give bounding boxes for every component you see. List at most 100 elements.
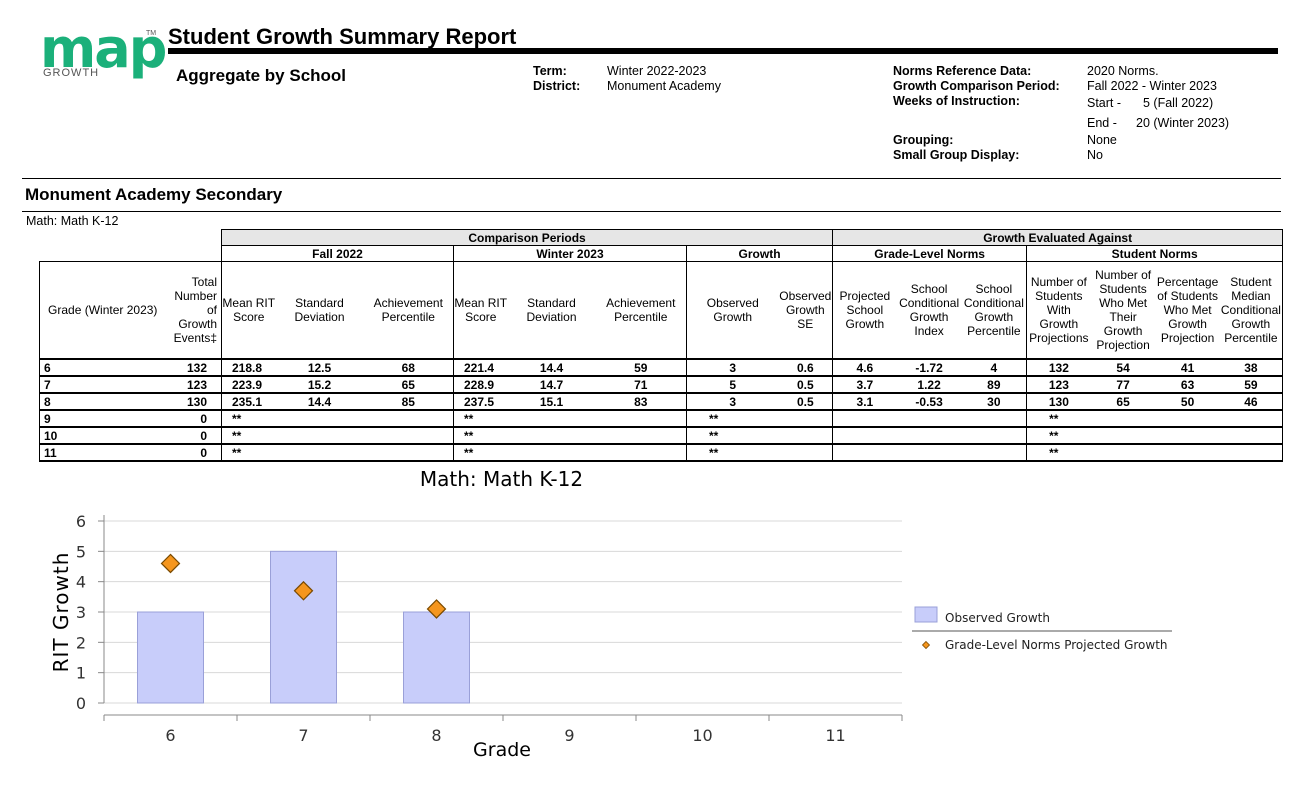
table-cell: 132 xyxy=(165,358,222,377)
table-cell: ** xyxy=(1026,410,1091,428)
table-row: 7 123 223.9 15.2 65 228.9 14.7 71 5 0.5 3.7 1.22 89 1… xyxy=(39,376,1284,394)
header-student-norms: Student Norms xyxy=(1026,245,1284,262)
table-row: 11 0 ** ** ** ** xyxy=(39,444,1284,462)
table-cell: 59 xyxy=(1219,376,1284,394)
table-cell xyxy=(1219,427,1284,445)
table-cell: 235.1 xyxy=(221,393,276,411)
observed-growth-bar xyxy=(270,550,337,704)
header-growth: Growth xyxy=(685,245,834,262)
legend-label-projected: Grade-Level Norms Projected Growth xyxy=(945,638,1168,652)
table-cell xyxy=(832,427,897,445)
table-cell xyxy=(507,410,596,428)
table-cell: 9 xyxy=(39,410,166,428)
table-cell xyxy=(275,427,364,445)
table-cell: 83 xyxy=(595,393,687,411)
table-cell: 77 xyxy=(1090,376,1156,394)
table-cell: 0 xyxy=(165,444,222,462)
end-label: End - xyxy=(1087,116,1117,130)
report-subtitle: Aggregate by School xyxy=(176,66,347,85)
district-label: District: xyxy=(533,79,581,93)
title-rule xyxy=(168,48,1278,54)
table-cell: 46 xyxy=(1219,393,1284,411)
table-cell xyxy=(832,444,897,462)
legend-swatch-observed xyxy=(914,606,938,623)
col-grade: Grade (Winter 2023) xyxy=(39,261,166,359)
table-cell xyxy=(1155,410,1220,428)
section-bottom-rule xyxy=(22,211,1281,212)
table-cell: 14.7 xyxy=(507,376,596,394)
table-cell: 15.1 xyxy=(507,393,596,411)
table-cell: 1.22 xyxy=(896,376,962,394)
band-growth-evaluated: Growth Evaluated Against xyxy=(832,229,1284,246)
growth-summary-table: Comparison Periods Growth Evaluated Agai… xyxy=(39,229,1284,462)
table-cell xyxy=(778,410,834,428)
table-cell xyxy=(778,427,834,445)
table-cell: ** xyxy=(453,444,508,462)
x-tick-label: 11 xyxy=(825,726,845,745)
table-cell: 130 xyxy=(165,393,222,411)
x-tick-label: 9 xyxy=(564,726,574,745)
term-value: Winter 2022-2023 xyxy=(607,64,707,78)
growth-period-value: Fall 2022 - Winter 2023 xyxy=(1087,79,1217,93)
table-cell: ** xyxy=(1026,427,1091,445)
chart-title: Math: Math K-12 xyxy=(419,467,584,491)
table-cell: ** xyxy=(686,427,779,445)
growth-chart: 0 1 2 3 4 5 6 6 7 8 9 10 11 Observed Growth Grade-Lev… xyxy=(49,512,1172,761)
table-cell: 63 xyxy=(1155,376,1220,394)
section-top-rule xyxy=(22,178,1281,179)
col-winter-achievement-pct: Achievement Percentile xyxy=(595,261,687,359)
table-cell xyxy=(1155,427,1220,445)
table-cell xyxy=(778,444,834,462)
header-grade-level-norms: Grade-Level Norms xyxy=(832,245,1028,262)
col-fall-std-dev: Standard Deviation xyxy=(294,296,345,324)
norms-value: 2020 Norms. xyxy=(1087,64,1159,78)
col-fall-achievement-pct: Achievement Percentile xyxy=(363,261,454,359)
growth-period-label: Growth Comparison Period: xyxy=(893,79,1060,93)
norms-label: Norms Reference Data: xyxy=(893,64,1032,78)
grouping-value: None xyxy=(1087,133,1117,147)
table-cell: 221.4 xyxy=(453,358,508,377)
col-winter-mean-rit: Mean RIT Score xyxy=(454,296,508,324)
table-cell: 123 xyxy=(165,376,222,394)
table-cell: ** xyxy=(1026,444,1091,462)
table-cell xyxy=(1090,410,1156,428)
table-cell: 3.7 xyxy=(832,376,897,394)
table-cell: 0 xyxy=(165,410,222,428)
small-group-value: No xyxy=(1087,148,1103,162)
col-fall-mean-rit: Mean RIT Score xyxy=(222,296,276,324)
weeks-label: Weeks of Instruction: xyxy=(893,94,1020,108)
table-cell xyxy=(507,444,596,462)
table-cell: 11 xyxy=(39,444,166,462)
table-cell: 4.6 xyxy=(832,358,897,377)
table-cell: 30 xyxy=(961,393,1028,411)
col-winter-std-dev: Standard Deviation xyxy=(526,296,577,324)
x-tick-label: 7 xyxy=(298,726,308,745)
small-group-label: Small Group Display: xyxy=(893,148,1020,162)
col-observed-growth-se: Observed Growth SE xyxy=(778,261,834,359)
col-pct-met-projection: Percentage of Students Who Met Growth Pr… xyxy=(1156,275,1219,345)
table-cell: 8 xyxy=(39,393,166,411)
col-median-conditional-pct: Student Median Conditional Growth Percen… xyxy=(1219,261,1284,359)
table-cell: ** xyxy=(453,410,508,428)
table-cell: -0.53 xyxy=(896,393,962,411)
table-cell: ** xyxy=(686,410,779,428)
table-cell xyxy=(1090,427,1156,445)
term-label: Term: xyxy=(533,64,567,78)
table-cell: 123 xyxy=(1026,376,1091,394)
header-winter-2023: Winter 2023 xyxy=(453,245,687,262)
table-cell: 50 xyxy=(1155,393,1220,411)
table-cell xyxy=(595,427,687,445)
table-cell xyxy=(896,410,962,428)
y-axis-label: RIT Growth xyxy=(49,552,73,673)
x-axis-label: Grade xyxy=(473,739,531,761)
grouping-label: Grouping: xyxy=(893,133,954,147)
table-cell xyxy=(961,410,1028,428)
legend-swatch-projected xyxy=(921,640,931,650)
table-cell xyxy=(363,444,454,462)
table-cell xyxy=(1090,444,1156,462)
table-cell: -1.72 xyxy=(896,358,962,377)
table-row: 6 132 218.8 12.5 68 221.4 14.4 59 3 0.6 4.6 -1.72 4 1… xyxy=(39,358,1284,377)
report-title: Student Growth Summary Report xyxy=(168,24,517,49)
table-cell: 54 xyxy=(1090,358,1156,377)
legend-label-observed: Observed Growth xyxy=(945,611,1050,625)
